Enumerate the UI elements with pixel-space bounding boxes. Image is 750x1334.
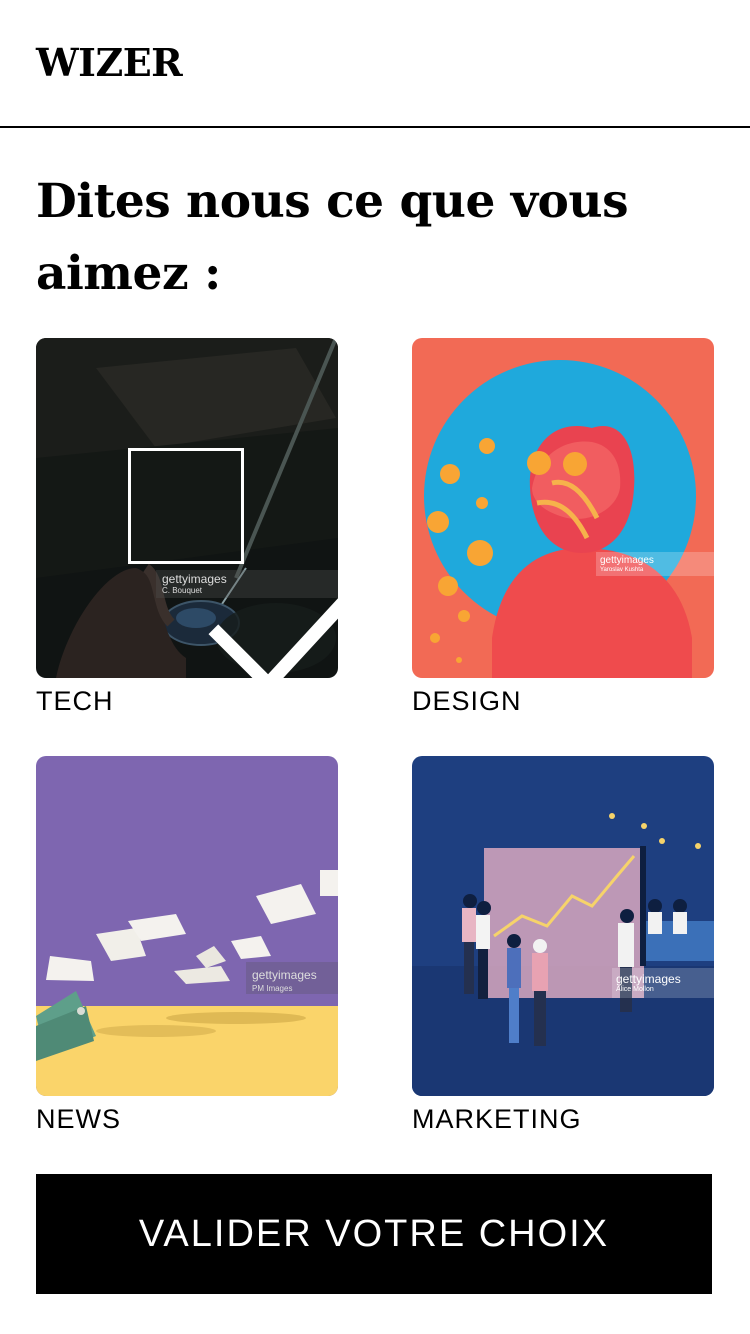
category-card-marketing[interactable]: gettyimages Alice Mollon MARKETING [412, 756, 714, 1136]
category-image-news: gettyimages PM Images [36, 756, 338, 1096]
photo-credit: Yaroslav Kushta [600, 567, 644, 573]
marketing-illustration [412, 756, 714, 1096]
category-card-tech[interactable]: gettyimages C. Bouquet TECH [36, 338, 338, 718]
category-card-design[interactable]: gettyimages Yaroslav Kushta DESIGN [412, 338, 714, 718]
news-photo [36, 756, 338, 1096]
category-image-tech: gettyimages C. Bouquet [36, 338, 338, 678]
category-image-design: gettyimages Yaroslav Kushta [412, 338, 714, 678]
photo-credit: PM Images [252, 984, 293, 993]
category-label-marketing: MARKETING [412, 1104, 582, 1134]
watermark: gettyimages [252, 968, 317, 982]
category-label-news: NEWS [36, 1104, 121, 1134]
app-header: WIZER [0, 0, 750, 128]
validate-choice-button[interactable]: VALIDER VOTRE CHOIX [36, 1174, 712, 1294]
watermark: gettyimages [600, 555, 654, 566]
category-label-tech: TECH [36, 686, 114, 716]
design-photo [412, 338, 714, 678]
selected-checkbox[interactable] [128, 448, 338, 678]
wizer-logo[interactable]: WIZER [36, 40, 183, 86]
category-label-design: DESIGN [412, 686, 522, 716]
category-image-marketing: gettyimages Alice Mollon [412, 756, 714, 1096]
page-title: Dites nous ce que vous aimez : [36, 174, 629, 301]
photo-credit: Alice Mollon [616, 986, 654, 993]
checkmark-icon [208, 598, 338, 678]
watermark: gettyimages [616, 972, 681, 986]
category-card-news[interactable]: gettyimages PM Images NEWS [36, 756, 338, 1136]
